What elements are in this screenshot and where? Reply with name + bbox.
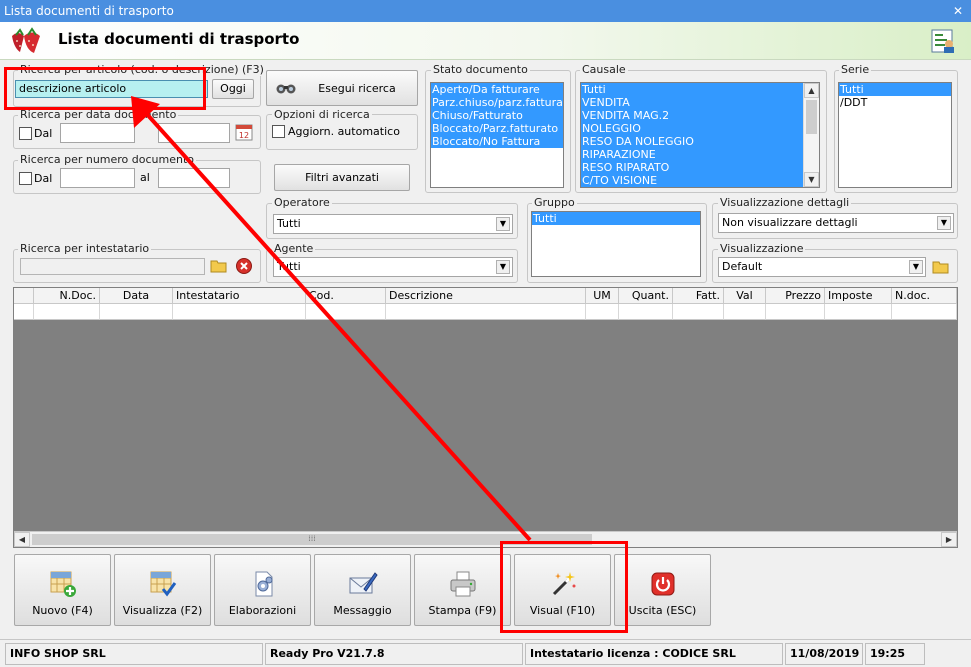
annotation-arrow <box>131 96 532 542</box>
